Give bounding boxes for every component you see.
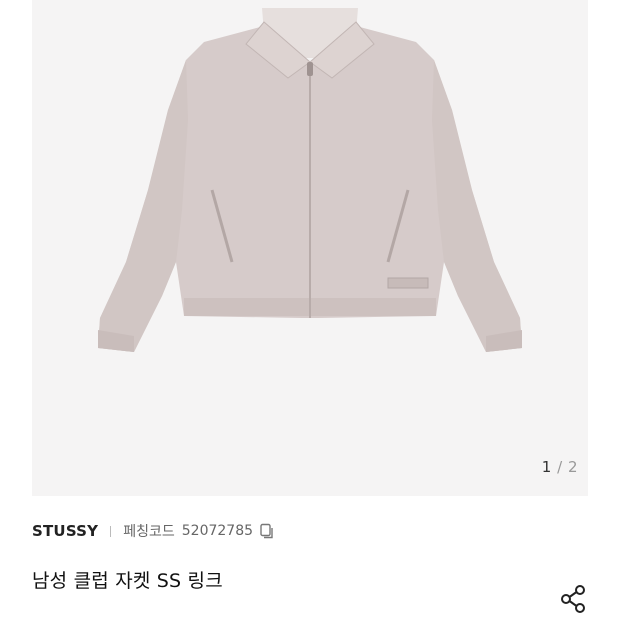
pager-current: 1 — [541, 458, 552, 476]
brand-name[interactable]: STUSSY — [32, 522, 98, 540]
product-title: 남성 클럽 자켓 SS 링크 — [32, 570, 223, 592]
product-image-gallery[interactable]: 1 / 2 — [32, 0, 588, 496]
pager-separator: / — [557, 458, 563, 476]
share-icon[interactable] — [558, 584, 588, 614]
fetching-code-value: 52072785 — [181, 523, 254, 539]
fetching-code-label: 페칭코드 — [123, 524, 175, 540]
image-pager: 1 / 2 — [542, 458, 578, 476]
meta-divider — [110, 525, 112, 537]
copy-icon[interactable] — [259, 523, 275, 539]
product-meta-row: STUSSY 페칭코드 52072785 — [32, 520, 275, 542]
product-image[interactable] — [32, 0, 588, 496]
pager-total: 2 — [567, 458, 578, 476]
